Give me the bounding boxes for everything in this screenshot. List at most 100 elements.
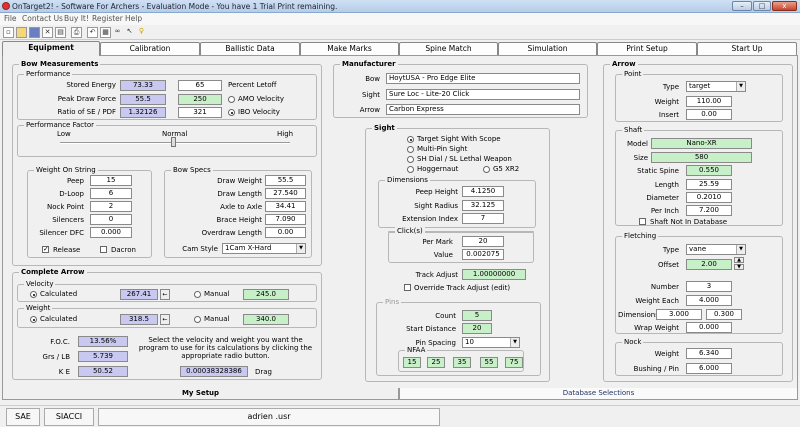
shaft-length-input[interactable]: 25.59 xyxy=(686,179,732,190)
calendar-icon[interactable]: ▦ xyxy=(100,27,111,38)
delete-icon[interactable]: ✕ xyxy=(42,27,53,38)
bow-field[interactable]: HoytUSA - Pro Edge Elite xyxy=(386,73,580,84)
fletch-weight-input[interactable]: 4.000 xyxy=(686,295,732,306)
siacci-button[interactable]: SIACCI xyxy=(44,408,94,426)
sae-button[interactable]: SAE xyxy=(6,408,40,426)
extension-index-input[interactable]: 7 xyxy=(462,213,504,224)
undo-icon[interactable]: ↶ xyxy=(87,27,98,38)
fletch-type-dropdown[interactable]: vane ▼ xyxy=(686,244,746,255)
amo-velocity-radio[interactable] xyxy=(228,96,235,103)
weight-manual-radio[interactable] xyxy=(194,316,201,323)
release-checkbox[interactable]: ✓ xyxy=(42,246,49,253)
tab-make-marks[interactable]: Make Marks xyxy=(300,42,399,55)
insert-input[interactable]: 0.00 xyxy=(686,109,732,120)
peep-input[interactable]: 15 xyxy=(90,175,132,186)
pin-count-input[interactable]: 5 xyxy=(462,310,492,321)
diameter-label: Diameter xyxy=(646,194,679,202)
print-icon[interactable]: ⎙ xyxy=(71,27,82,38)
tab-my-setup[interactable]: My Setup xyxy=(2,388,399,400)
tab-start-up[interactable]: Start Up xyxy=(697,42,797,55)
per-inch-input[interactable]: 7.200 xyxy=(686,205,732,216)
tab-database-selections[interactable]: Database Selections xyxy=(399,388,798,400)
new-file-icon[interactable]: ▫ xyxy=(3,27,14,38)
velocity-manual-radio[interactable] xyxy=(194,291,201,298)
tab-ballistic-data[interactable]: Ballistic Data xyxy=(200,42,300,55)
nock-point-input[interactable]: 2 xyxy=(90,201,132,212)
menu-help[interactable]: Help xyxy=(125,14,142,23)
arrow-field[interactable]: Carbon Express xyxy=(386,104,580,115)
open-folder-icon[interactable] xyxy=(16,27,27,38)
menu-buy-it[interactable]: Buy It! xyxy=(64,14,89,23)
brace-height-input[interactable]: 7.090 xyxy=(265,214,306,225)
offset-down-button[interactable]: ▼ xyxy=(734,264,744,270)
sight-option-sh-dial-radio[interactable] xyxy=(407,156,414,163)
per-mark-input[interactable]: 20 xyxy=(462,236,504,247)
peep-height-input[interactable]: 4.1250 xyxy=(462,186,504,197)
wrap-weight-input[interactable]: 0.000 xyxy=(686,322,732,333)
nfaa-pin-3[interactable]: 35 xyxy=(453,357,471,368)
fletch-length-input[interactable]: 3.000 xyxy=(656,309,702,320)
binoculars-icon[interactable]: ∞ xyxy=(112,27,123,38)
weight-calculated-radio[interactable] xyxy=(30,316,37,323)
tab-print-setup[interactable]: Print Setup xyxy=(597,42,697,55)
draw-weight-input[interactable]: 55.5 xyxy=(265,175,306,186)
weight-arrow-button[interactable]: ← xyxy=(160,314,170,325)
silencer-dfc-input[interactable]: 0.000 xyxy=(90,227,132,238)
cam-style-dropdown[interactable]: 1Cam X-Hard ▼ xyxy=(222,243,306,254)
sight-radius-input[interactable]: 32.125 xyxy=(462,200,504,211)
diameter-input[interactable]: 0.2010 xyxy=(686,192,732,203)
dloop-input[interactable]: 6 xyxy=(90,188,132,199)
model-value: Nano-XR xyxy=(651,138,752,149)
menu-file[interactable]: File xyxy=(4,14,17,23)
sight-option-target-radio[interactable] xyxy=(407,136,414,143)
fletch-number-input[interactable]: 3 xyxy=(686,281,732,292)
ibo-velocity-radio[interactable] xyxy=(228,109,235,116)
menu-contact-us[interactable]: Contact Us xyxy=(22,14,63,23)
letoff-input[interactable]: 65 xyxy=(178,80,222,91)
velocity-manual-input[interactable]: 245.0 xyxy=(243,289,289,300)
tip-icon[interactable]: ♀ xyxy=(136,27,147,38)
ibo-velocity-input[interactable]: 321 xyxy=(178,107,222,118)
point-type-dropdown[interactable]: target ▼ xyxy=(686,81,746,92)
help-pointer-icon[interactable]: ↖ xyxy=(124,27,135,38)
silencers-input[interactable]: 0 xyxy=(90,214,132,225)
click-value-input[interactable]: 0.002075 xyxy=(462,249,504,260)
sight-field[interactable]: Sure Loc - Lite-20 Click xyxy=(386,89,580,100)
override-track-adjust-checkbox[interactable] xyxy=(404,284,411,291)
weight-manual-input[interactable]: 340.0 xyxy=(243,314,289,325)
draw-length-input[interactable]: 27.540 xyxy=(265,188,306,199)
start-distance-input[interactable]: 20 xyxy=(462,323,492,334)
shaft-not-in-db-checkbox[interactable] xyxy=(639,218,646,225)
nfaa-pin-1[interactable]: 15 xyxy=(403,357,421,368)
offset-input[interactable]: 2.00 xyxy=(686,259,732,270)
amo-velocity-input[interactable]: 250 xyxy=(178,94,222,105)
point-weight-input[interactable]: 110.00 xyxy=(686,96,732,107)
sight-option-multipin-radio[interactable] xyxy=(407,146,414,153)
sight-option-hoggernaut-radio[interactable] xyxy=(407,166,414,173)
fletch-height-input[interactable]: 0.300 xyxy=(706,309,742,320)
copy-icon[interactable]: ▤ xyxy=(55,27,66,38)
tab-simulation[interactable]: Simulation xyxy=(498,42,597,55)
menu-register[interactable]: Register xyxy=(92,14,123,23)
axle-to-axle-input[interactable]: 34.41 xyxy=(265,201,306,212)
nfaa-pin-2[interactable]: 25 xyxy=(427,357,445,368)
velocity-calculated-radio[interactable] xyxy=(30,291,37,298)
nock-weight-input[interactable]: 6.340 xyxy=(686,348,732,359)
nfaa-pin-5[interactable]: 75 xyxy=(505,357,523,368)
pin-spacing-dropdown[interactable]: 10 ▼ xyxy=(462,337,520,348)
tab-calibration[interactable]: Calibration xyxy=(100,42,200,55)
velocity-arrow-button[interactable]: ← xyxy=(160,289,170,300)
bushing-input[interactable]: 6.000 xyxy=(686,363,732,374)
maximize-button[interactable]: □ xyxy=(753,1,771,11)
tab-equipment[interactable]: Equipment xyxy=(2,41,100,56)
close-button[interactable]: x xyxy=(772,1,797,11)
overdraw-length-input[interactable]: 0.00 xyxy=(265,227,306,238)
sight-option-g5-radio[interactable] xyxy=(483,166,490,173)
save-icon[interactable] xyxy=(29,27,40,38)
tab-spine-match[interactable]: Spine Match xyxy=(399,42,498,55)
nfaa-pin-4[interactable]: 55 xyxy=(480,357,498,368)
minimize-button[interactable]: – xyxy=(732,1,752,11)
slider-thumb[interactable] xyxy=(171,137,176,147)
offset-up-button[interactable]: ▲ xyxy=(734,257,744,263)
dacron-checkbox[interactable] xyxy=(100,246,107,253)
